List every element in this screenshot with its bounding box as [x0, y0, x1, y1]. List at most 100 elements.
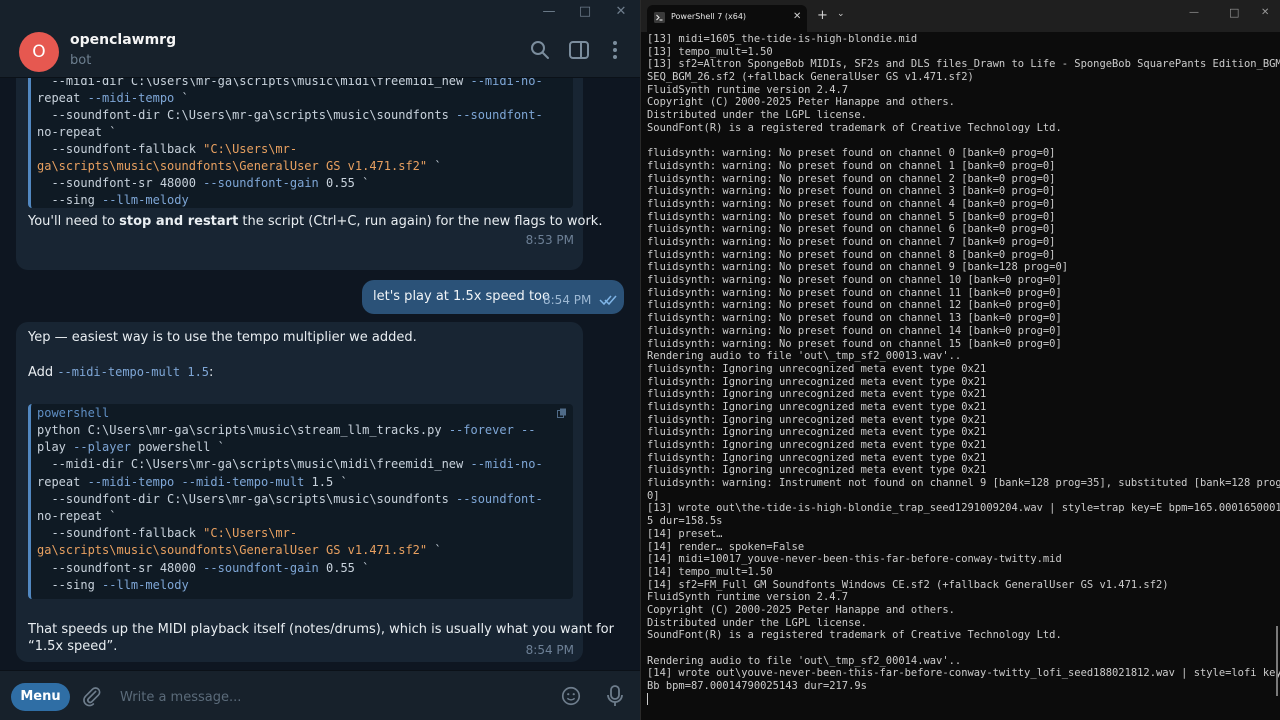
terminal-line: fluidsynth: Ignoring unrecognized meta e…	[647, 388, 987, 401]
more-icon[interactable]	[603, 38, 627, 62]
chat-header[interactable]: O openclawmrg bot	[0, 24, 640, 78]
terminal-line: Copyright (C) 2000-2025 Peter Hanappe an…	[647, 96, 955, 109]
terminal-line: Bb bpm=87.00014790025143 dur=217.9s	[647, 680, 867, 693]
tab-close-icon[interactable]: ✕	[793, 11, 801, 22]
sidebar-toggle-icon[interactable]	[567, 38, 591, 62]
tab-title: PowerShell 7 (x64)	[671, 12, 747, 21]
terminal-line: Rendering audio to file 'out\_tmp_sf2_00…	[647, 654, 962, 667]
message-text: Add --midi-tempo-mult 1.5:	[28, 365, 214, 380]
terminal-line: [14] wrote out\youve-never-been-this-far…	[647, 667, 1280, 680]
tab-powershell[interactable]: PowerShell 7 (x64) ✕	[647, 5, 807, 32]
powershell-icon	[654, 12, 665, 23]
code-line: ga\scripts\music\soundfonts\GeneralUser …	[37, 159, 442, 173]
message-outgoing[interactable]: let's play at 1.5x speed too 8:54 PM	[362, 280, 624, 314]
terminal-line: Distributed under the LGPL license.	[647, 616, 867, 629]
terminal-line: fluidsynth: warning: No preset found on …	[647, 147, 1056, 160]
telegram-window: — □ ✕ O openclawmrg bot --midi-dir C:\Us…	[0, 0, 640, 720]
code-line: --soundfont-fallback "C:\Users\mr-	[37, 526, 298, 541]
code-line: --soundfont-dir C:\Users\mr-ga\scripts\m…	[37, 108, 543, 122]
code-line: --soundfont-sr 48000 --soundfont-gain 0.…	[37, 560, 370, 575]
terminal-tabbar: PowerShell 7 (x64) ✕ + ⌄ — □ ✕	[641, 0, 1280, 32]
terminal-line: [14] tempo_mult=1.50	[647, 565, 773, 578]
code-line: --midi-dir C:\Users\mr-ga\scripts\music\…	[37, 457, 543, 472]
dropdown-chevron-icon[interactable]: ⌄	[837, 9, 845, 19]
code-line: play --player powershell `	[37, 440, 225, 455]
text-cursor	[647, 692, 648, 705]
menu-button[interactable]: Menu	[11, 683, 70, 711]
maximize-button[interactable]: □	[1229, 6, 1239, 19]
terminal-line: fluidsynth: Ignoring unrecognized meta e…	[647, 426, 987, 439]
message-incoming[interactable]: Yep — easiest way is to use the tempo mu…	[16, 322, 614, 662]
terminal-line: fluidsynth: Ignoring unrecognized meta e…	[647, 439, 987, 451]
terminal-line: FluidSynth runtime version 2.4.7	[647, 591, 849, 604]
terminal-line: fluidsynth: warning: No preset found on …	[647, 248, 1056, 261]
terminal-line: 5 dur=158.5s	[647, 515, 723, 528]
terminal-line: fluidsynth: warning: No preset found on …	[647, 274, 1062, 287]
close-button[interactable]: ✕	[605, 2, 637, 22]
terminal-line: fluidsynth: warning: No preset found on …	[647, 324, 1062, 337]
message-incoming[interactable]: --midi-dir C:\Users\mr-ga\scripts\music\…	[16, 78, 602, 270]
maximize-button[interactable]: □	[569, 2, 601, 22]
terminal-line: [13] sf2=Altron SpongeBob MIDIs, SF2s an…	[647, 58, 1280, 71]
terminal-line: fluidsynth: Ignoring unrecognized meta e…	[647, 413, 987, 426]
minimize-button[interactable]: —	[533, 2, 565, 22]
code-line: repeat --midi-tempo --midi-tempo-mult 1.…	[37, 474, 348, 489]
terminal-line: fluidsynth: warning: No preset found on …	[647, 299, 1062, 312]
terminal-window: PowerShell 7 (x64) ✕ + ⌄ — □ ✕ [13] midi…	[640, 0, 1280, 720]
terminal-line: SoundFont(R) is a registered trademark o…	[647, 629, 1062, 642]
message-text: That speeds up the MIDI playback itself …	[28, 622, 614, 637]
chat-subtitle: bot	[70, 53, 92, 68]
code-line: repeat --midi-tempo `	[37, 91, 189, 105]
terminal-line: fluidsynth: warning: No preset found on …	[647, 312, 1062, 325]
code-line: --sing --llm-melody	[37, 577, 189, 592]
search-icon[interactable]	[528, 38, 552, 62]
code-line: --midi-dir C:\Users\mr-ga\scripts\music\…	[37, 78, 543, 88]
terminal-line: fluidsynth: Ignoring unrecognized meta e…	[647, 375, 987, 388]
microphone-icon[interactable]	[605, 684, 625, 708]
terminal-line: fluidsynth: warning: No preset found on …	[647, 159, 1056, 172]
terminal-prompt-line[interactable]	[647, 692, 1267, 706]
message-text: “1.5x speed”.	[28, 639, 118, 654]
code-block: --midi-dir C:\Users\mr-ga\scripts\music\…	[28, 78, 573, 208]
emoji-icon[interactable]	[560, 685, 582, 707]
chat-name[interactable]: openclawmrg	[70, 32, 176, 48]
terminal-line: fluidsynth: warning: No preset found on …	[647, 337, 1062, 350]
terminal-line: fluidsynth: Ignoring unrecognized meta e…	[647, 464, 987, 477]
copy-icon[interactable]	[557, 408, 567, 418]
terminal-line: fluidsynth: warning: No preset found on …	[647, 236, 1056, 248]
close-button[interactable]: ✕	[1261, 7, 1269, 18]
message-composer: Menu	[0, 670, 640, 720]
chat-area[interactable]: --midi-dir C:\Users\mr-ga\scripts\music\…	[0, 78, 640, 670]
terminal-line: fluidsynth: warning: No preset found on …	[647, 172, 1056, 185]
terminal-line: fluidsynth: Ignoring unrecognized meta e…	[647, 362, 987, 375]
code-line: --sing --llm-melody	[37, 193, 189, 207]
terminal-line: SoundFont(R) is a registered trademark o…	[647, 121, 1062, 134]
new-tab-icon[interactable]: +	[817, 8, 828, 23]
terminal-line: fluidsynth: warning: Instrument not foun…	[647, 477, 1280, 490]
terminal-output[interactable]: [13] midi=1605_the-tide-is-high-blondie.…	[647, 33, 1280, 718]
terminal-line: fluidsynth: Ignoring unrecognized meta e…	[647, 451, 987, 464]
terminal-line: fluidsynth: warning: No preset found on …	[647, 210, 1056, 223]
terminal-line: [14] preset…	[647, 527, 723, 540]
terminal-line: FluidSynth runtime version 2.4.7	[647, 83, 849, 96]
scrollbar[interactable]	[1276, 626, 1278, 696]
terminal-line: Copyright (C) 2000-2025 Peter Hanappe an…	[647, 603, 955, 616]
message-input[interactable]	[120, 687, 540, 707]
terminal-line: [14] midi=10017_youve-never-been-this-fa…	[647, 553, 1062, 566]
minimize-button[interactable]: —	[1189, 7, 1199, 18]
attach-icon[interactable]	[81, 685, 103, 707]
terminal-line: [14] sf2=FM_Full GM Soundfonts_Windows C…	[647, 578, 1169, 591]
telegram-titlebar: — □ ✕	[0, 0, 640, 24]
code-line: ga\scripts\music\soundfonts\GeneralUser …	[37, 543, 442, 558]
code-language-label: powershell	[37, 406, 110, 420]
code-line: no-repeat `	[37, 509, 117, 523]
terminal-line: Rendering audio to file 'out\_tmp_sf2_00…	[647, 350, 962, 363]
message-time: 8:54 PM	[543, 293, 592, 307]
terminal-line: 0]	[647, 489, 660, 502]
message-text: Yep — easiest way is to use the tempo mu…	[28, 330, 417, 345]
message-time: 8:54 PM	[525, 643, 574, 657]
code-line: --soundfont-sr 48000 --soundfont-gain 0.…	[37, 176, 370, 190]
terminal-line: fluidsynth: warning: No preset found on …	[647, 286, 1062, 299]
avatar[interactable]: O	[19, 32, 59, 72]
